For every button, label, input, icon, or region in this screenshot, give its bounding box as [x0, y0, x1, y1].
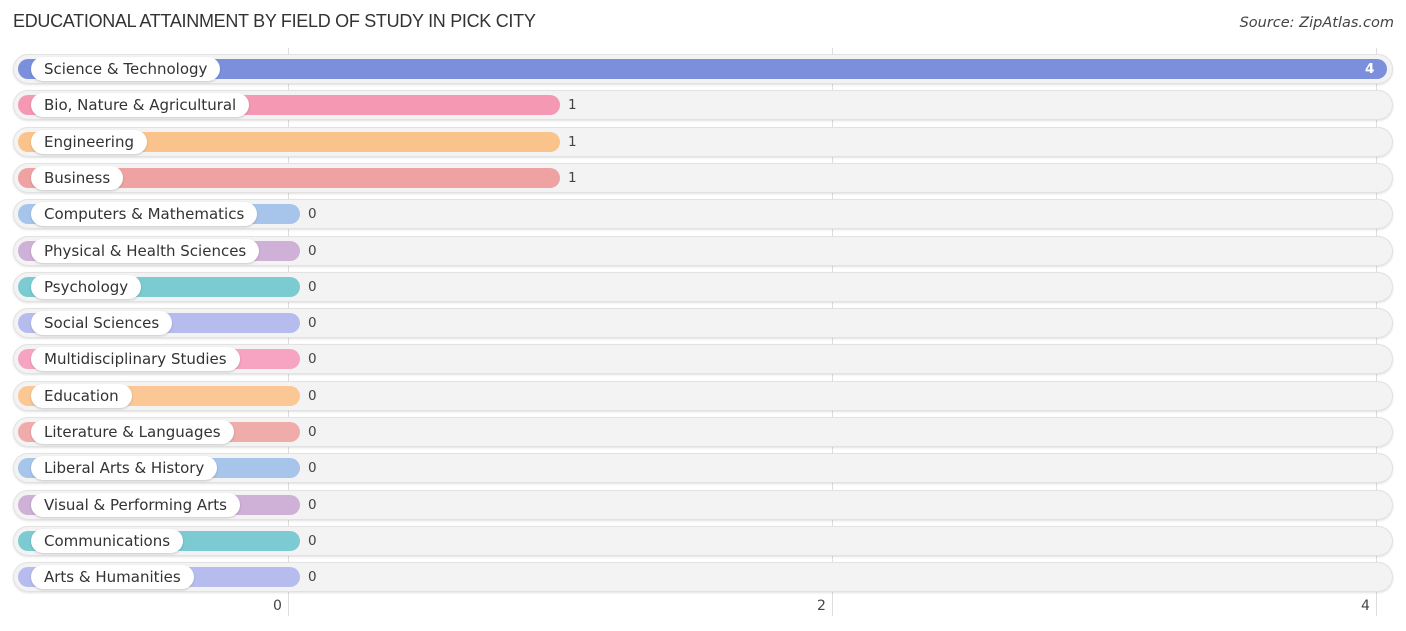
value-label: 0 — [308, 206, 317, 222]
category-label: Literature & Languages — [31, 420, 234, 444]
category-label: Science & Technology — [31, 57, 221, 81]
bar-row: Literature & Languages 0 — [13, 417, 1393, 447]
category-label: Communications — [31, 529, 184, 553]
value-label: 0 — [308, 279, 317, 295]
category-label: Business — [31, 166, 124, 190]
value-label: 0 — [308, 533, 317, 549]
category-label: Psychology — [31, 275, 142, 299]
bar-row: Multidisciplinary Studies 0 — [13, 344, 1393, 374]
bar-row: Visual & Performing Arts 0 — [13, 490, 1393, 520]
value-label: 0 — [308, 497, 317, 513]
category-label: Physical & Health Sciences — [31, 239, 260, 263]
value-label: 0 — [308, 569, 317, 585]
x-tick-label: 0 — [273, 598, 282, 614]
value-label: 1 — [568, 134, 577, 150]
value-label: 1 — [568, 97, 577, 113]
bar-row: Liberal Arts & History 0 — [13, 453, 1393, 483]
category-label: Bio, Nature & Agricultural — [31, 93, 250, 117]
bar-row: Physical & Health Sciences 0 — [13, 236, 1393, 266]
bar-row: Bio, Nature & Agricultural 1 — [13, 90, 1393, 120]
category-label: Engineering — [31, 130, 147, 154]
value-label: 1 — [568, 170, 577, 186]
bar-row: Engineering 1 — [13, 127, 1393, 157]
value-label: 0 — [308, 315, 317, 331]
category-label: Multidisciplinary Studies — [31, 347, 240, 371]
value-label: 0 — [308, 460, 317, 476]
category-label: Visual & Performing Arts — [31, 493, 240, 517]
category-label: Liberal Arts & History — [31, 456, 218, 480]
category-label: Education — [31, 384, 132, 408]
bar — [18, 59, 1387, 79]
category-label: Arts & Humanities — [31, 565, 194, 589]
value-label: 0 — [308, 351, 317, 367]
bar-row: Social Sciences 0 — [13, 308, 1393, 338]
x-tick-label: 2 — [817, 598, 826, 614]
bar-row: Education 0 — [13, 381, 1393, 411]
x-tick-label: 4 — [1361, 598, 1370, 614]
bar-row: Arts & Humanities 0 — [13, 562, 1393, 592]
value-label: 0 — [308, 243, 317, 259]
bar-row: Psychology 0 — [13, 272, 1393, 302]
value-label: 0 — [308, 424, 317, 440]
bar-row: Computers & Mathematics 0 — [13, 199, 1393, 229]
category-label: Computers & Mathematics — [31, 202, 258, 226]
value-label: 0 — [308, 388, 317, 404]
bar-row: Communications 0 — [13, 526, 1393, 556]
bar-row: Science & Technology 4 — [13, 54, 1393, 84]
source-label: Source: ZipAtlas.com — [1239, 15, 1394, 31]
category-label: Social Sciences — [31, 311, 173, 335]
bar-row: Business 1 — [13, 163, 1393, 193]
chart-title: EDUCATIONAL ATTAINMENT BY FIELD OF STUDY… — [13, 11, 536, 31]
value-label: 4 — [1365, 61, 1375, 77]
